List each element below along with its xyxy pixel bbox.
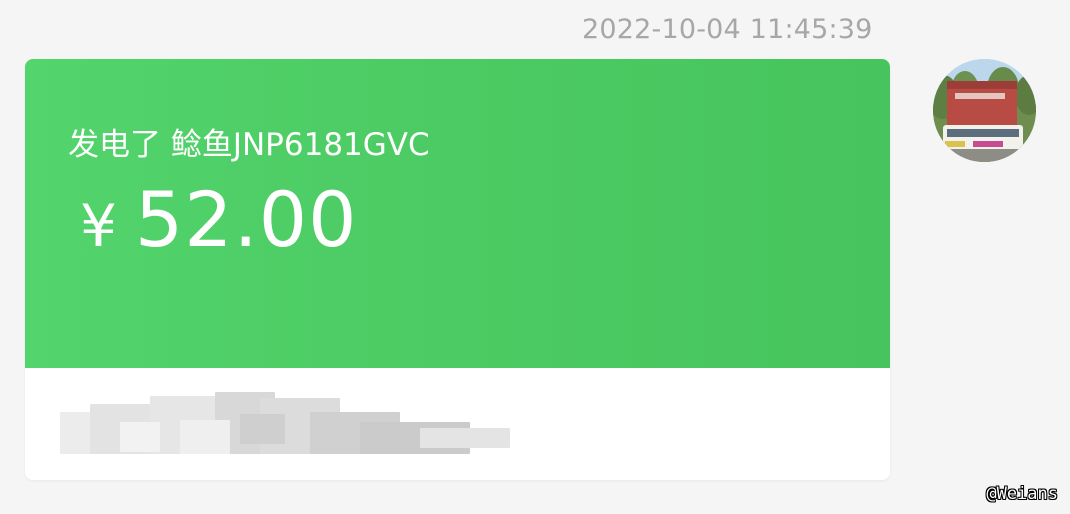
transfer-note: 发电了 鲶鱼JNP6181GVC xyxy=(68,127,430,163)
message-timestamp: 2022-10-04 11:45:39 xyxy=(582,14,873,45)
sender-avatar[interactable] xyxy=(933,59,1036,162)
watermark: @Weians xyxy=(986,484,1058,504)
transfer-amount: ¥ 52.00 xyxy=(80,175,357,264)
amount-value: 52.00 xyxy=(134,175,358,264)
transfer-card-header: 发电了 鲶鱼JNP6181GVC ¥ 52.00 xyxy=(25,59,890,368)
avatar-photo-icon xyxy=(933,59,1036,162)
currency-symbol: ¥ xyxy=(80,192,117,260)
transfer-card-footer xyxy=(25,368,890,480)
redacted-text xyxy=(60,392,510,458)
transfer-card[interactable]: 发电了 鲶鱼JNP6181GVC ¥ 52.00 xyxy=(25,59,890,480)
